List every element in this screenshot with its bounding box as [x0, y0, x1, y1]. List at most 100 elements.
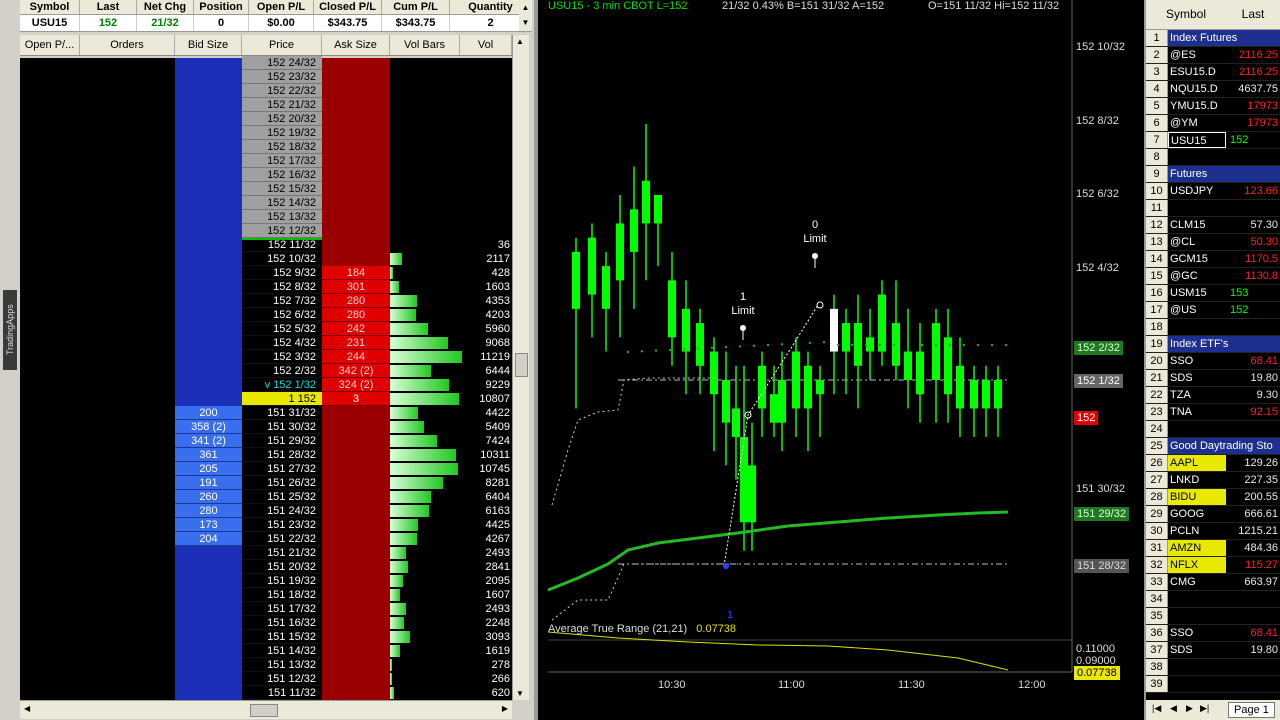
ladder-price-cell[interactable]: 151 18/32 [242, 588, 322, 602]
ladder-row[interactable]: 152 24/32 [20, 56, 512, 70]
ladder-price-cell[interactable]: 152 18/32 [242, 140, 322, 154]
watchlist-row[interactable]: 9 Futures [1146, 166, 1280, 183]
ladder-ask-cell[interactable]: 280 [322, 308, 390, 322]
ladder-row[interactable]: 151 22/32 204 4267 [20, 532, 512, 546]
price-ladder[interactable]: 152 24/32 152 23/32 152 22/32 152 21/32 152 … [20, 56, 512, 700]
watchlist-row[interactable]: 18 [1146, 319, 1280, 336]
ladder-row[interactable]: 151 19/32 2095 [20, 574, 512, 588]
ladder-row[interactable]: 152 7/32 280 4353 [20, 294, 512, 308]
ladder-price-cell[interactable]: 152 21/32 [242, 98, 322, 112]
watchlist-row[interactable]: 34 [1146, 591, 1280, 608]
ladder-price-cell[interactable]: 151 23/32 [242, 518, 322, 532]
watchlist-row[interactable]: 3 ESU15.D 2116.25 [1146, 64, 1280, 81]
quote-col-0[interactable]: Symbol [20, 0, 80, 14]
watchlist-symbol[interactable]: SDS [1168, 370, 1226, 386]
ladder-bid-cell[interactable]: 361 [175, 448, 242, 462]
quote-col-6[interactable]: Cum P/L [382, 0, 450, 14]
ladder-horizontal-scrollbar[interactable]: ◀ ▶ [20, 700, 512, 719]
watchlist-symbol[interactable]: PCLN [1168, 523, 1226, 539]
ladder-row[interactable]: 151 20/32 2841 [20, 560, 512, 574]
watchlist-symbol[interactable]: @US [1168, 302, 1226, 318]
ladder-row[interactable]: 152 22/32 [20, 84, 512, 98]
candlestick-chart[interactable]: 1 Limit 0 Limit 1 [538, 0, 1144, 720]
ladder-ask-cell[interactable]: 184 [322, 266, 390, 280]
ladder-row[interactable]: 152 4/32 231 9068 [20, 336, 512, 350]
ladder-bid-cell[interactable]: 358 (2) [175, 420, 242, 434]
watchlist-section-header[interactable]: Futures [1168, 166, 1280, 182]
watchlist-symbol[interactable]: NQU15.D [1168, 81, 1226, 97]
watchlist-section-header[interactable]: Index Futures [1168, 30, 1280, 46]
ladder-row[interactable]: 151 17/32 2493 [20, 602, 512, 616]
ladder-price-cell[interactable]: 152 5/32 [242, 322, 322, 336]
ladder-col-6[interactable]: Vol [460, 35, 512, 55]
watchlist-col-last[interactable]: Last [1226, 0, 1280, 29]
watchlist-row[interactable]: 29 GOOG 666.61 [1146, 506, 1280, 523]
ladder-row[interactable]: 152 13/32 [20, 210, 512, 224]
watchlist-row[interactable]: 32 NFLX 115.27 [1146, 557, 1280, 574]
watchlist-symbol[interactable]: LNKD [1168, 472, 1226, 488]
watchlist-row[interactable]: 4 NQU15.D 4637.75 [1146, 81, 1280, 98]
ladder-row[interactable]: 152 15/32 [20, 182, 512, 196]
watchlist-symbol[interactable]: USU15 [1168, 132, 1226, 148]
ladder-row[interactable]: 152 20/32 [20, 112, 512, 126]
nav-first-icon[interactable]: |◀ [1152, 703, 1161, 714]
ladder-row[interactable]: 151 11/32 620 [20, 686, 512, 700]
ladder-price-cell[interactable]: 152 3/32 [242, 350, 322, 364]
ladder-bid-cell[interactable]: 204 [175, 532, 242, 546]
ladder-row[interactable]: 151 29/32 341 (2) 7424 [20, 434, 512, 448]
ladder-price-cell[interactable]: 152 24/32 [242, 56, 322, 70]
ladder-row[interactable]: 152 18/32 [20, 140, 512, 154]
watchlist-row[interactable]: 30 PCLN 1215.21 [1146, 523, 1280, 540]
ladder-row[interactable]: 152 19/32 [20, 126, 512, 140]
ladder-price-cell[interactable]: 151 31/32 [242, 406, 322, 420]
ladder-row[interactable]: 151 24/32 280 6163 [20, 504, 512, 518]
ladder-price-cell[interactable]: 151 29/32 [242, 434, 322, 448]
watchlist-row[interactable]: 27 LNKD 227.35 [1146, 472, 1280, 489]
watchlist-row[interactable]: 13 @CL 50.30 [1146, 234, 1280, 251]
watchlist-row[interactable]: 12 CLM15 57.30 [1146, 217, 1280, 234]
ladder-row[interactable]: 151 13/32 278 [20, 658, 512, 672]
watchlist-symbol[interactable]: AAPL [1168, 455, 1226, 471]
ladder-vertical-scrollbar[interactable]: ▲ ▼ [512, 35, 529, 700]
ladder-row[interactable]: 152 3/32 244 11219 [20, 350, 512, 364]
tab-page-1[interactable]: Page 1 [1228, 702, 1275, 718]
ladder-col-1[interactable]: Orders [80, 35, 175, 55]
quote-col-5[interactable]: Closed P/L [314, 0, 382, 14]
quote-col-4[interactable]: Open P/L [249, 0, 314, 14]
ladder-ask-cell[interactable]: 3 [322, 392, 390, 406]
ladder-bid-cell[interactable]: 191 [175, 476, 242, 490]
ladder-row[interactable]: 151 28/32 361 10311 [20, 448, 512, 462]
ladder-row[interactable]: 151 30/32 358 (2) 5409 [20, 420, 512, 434]
scroll-left-icon[interactable]: ◀ [24, 704, 30, 713]
watchlist-row[interactable]: 19 Index ETF's [1146, 336, 1280, 353]
watchlist-symbol[interactable] [1168, 421, 1226, 437]
watchlist-symbol[interactable] [1168, 591, 1226, 607]
watchlist-row[interactable]: 33 CMG 663.97 [1146, 574, 1280, 591]
watchlist-row[interactable]: 14 GCM15 1170.5 [1146, 251, 1280, 268]
watchlist-row[interactable]: 16USM15 153 15/32 [1146, 285, 1280, 302]
ladder-row[interactable]: 151 26/32 191 8281 [20, 476, 512, 490]
ladder-price-cell[interactable]: 151 22/32 [242, 532, 322, 546]
ladder-row[interactable]: 151 12/32 266 [20, 672, 512, 686]
ladder-ask-cell[interactable]: 244 [322, 350, 390, 364]
hscroll-thumb[interactable] [250, 704, 278, 717]
watchlist-symbol[interactable]: CLM15 [1168, 217, 1226, 233]
ladder-price-cell[interactable]: 151 28/32 [242, 448, 322, 462]
ladder-bid-cell[interactable]: 280 [175, 504, 242, 518]
watchlist-symbol[interactable]: SSO [1168, 353, 1226, 369]
ladder-ask-cell[interactable]: 324 (2) [322, 378, 390, 392]
watchlist-row[interactable]: 8 [1146, 149, 1280, 166]
ladder-row[interactable]: v 152 1/32 324 (2) 9229 [20, 378, 512, 392]
ladder-price-cell[interactable]: 1 152 [242, 392, 322, 406]
watchlist-symbol[interactable] [1168, 608, 1226, 624]
watchlist-row[interactable]: 20 SSO 68.41 [1146, 353, 1280, 370]
watchlist-symbol[interactable]: CMG [1168, 574, 1226, 590]
watchlist-symbol[interactable] [1168, 149, 1226, 165]
ladder-price-cell[interactable]: 152 12/32 [242, 224, 322, 238]
ladder-row[interactable]: 151 23/32 173 4425 [20, 518, 512, 532]
ladder-ask-cell[interactable]: 231 [322, 336, 390, 350]
ladder-price-cell[interactable]: 152 2/32 [242, 364, 322, 378]
watchlist-section-header[interactable]: Good Daytrading Sto [1168, 438, 1280, 454]
ladder-row[interactable]: 152 10/32 2117 [20, 252, 512, 266]
watchlist-symbol[interactable]: TNA [1168, 404, 1226, 420]
